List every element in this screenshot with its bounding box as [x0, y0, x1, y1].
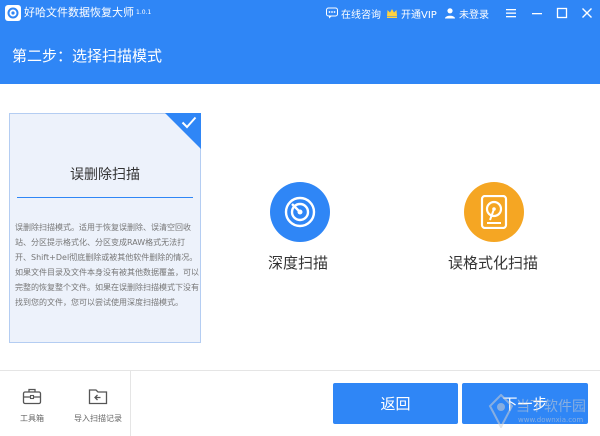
online-consult-link[interactable]: 在线咨询	[326, 5, 381, 21]
menu-icon[interactable]	[502, 4, 520, 22]
app-logo-icon	[5, 5, 21, 21]
hard-drive-icon	[480, 195, 508, 229]
import-record-button[interactable]: 导入扫描记录	[68, 388, 128, 424]
card-divider	[17, 197, 193, 198]
step-header: 第二步：选择扫描模式	[0, 26, 600, 84]
watermark-text: 当下软件园	[516, 399, 586, 415]
deep-scan-icon	[270, 182, 330, 242]
mode-title-deleted: 误删除扫描	[70, 167, 140, 183]
vip-link[interactable]: 开通VIP	[386, 5, 437, 21]
toolbox-button[interactable]: 工具箱	[2, 388, 62, 424]
mode-description-deleted: 误删除扫描模式。适用于恢复误删除、误清空回收站、分区提示格式化、分区变成RAW格…	[15, 223, 199, 307]
app-name: 好哈文件数据恢复大师	[24, 6, 134, 19]
close-icon[interactable]	[578, 4, 596, 22]
chat-icon	[326, 7, 338, 19]
format-scan-icon	[464, 182, 524, 242]
checkmark-icon	[181, 116, 197, 129]
mode-option-format-scan[interactable]: 误格式化扫描	[446, 182, 546, 274]
login-label: 未登录	[459, 9, 489, 21]
back-button[interactable]: 返回	[333, 383, 458, 424]
online-consult-label: 在线咨询	[341, 9, 381, 21]
mode-title-deep: 深度扫描	[268, 254, 329, 272]
folder-import-icon	[88, 389, 108, 405]
page-title: 第二步：选择扫描模式	[12, 47, 163, 65]
vip-label: 开通VIP	[401, 9, 437, 21]
toolbox-label: 工具箱	[20, 414, 44, 423]
mode-card-deleted-scan[interactable]: 误删除扫描 误删除扫描模式。适用于恢复误删除、误清空回收站、分区提示格式化、分区…	[9, 113, 201, 343]
watermark-logo-icon	[488, 394, 514, 428]
watermark: 当下软件园 www.downxia.com	[488, 390, 598, 434]
login-link[interactable]: 未登录	[444, 5, 489, 21]
toolbox-icon	[22, 388, 42, 405]
title-bar: 好哈文件数据恢复大师 1.0.1 在线咨询 开通VIP 未登录	[0, 0, 600, 26]
mode-option-deep-scan[interactable]: 深度扫描	[262, 182, 342, 274]
mode-title-format: 误格式化扫描	[448, 254, 539, 272]
footer-divider	[0, 370, 600, 371]
crown-icon	[387, 9, 397, 18]
maximize-icon[interactable]	[553, 4, 571, 22]
footer-vertical-divider	[130, 370, 131, 436]
radar-icon	[284, 196, 316, 228]
minimize-icon[interactable]	[528, 4, 546, 22]
app-version: 1.0.1	[136, 9, 152, 16]
import-record-label: 导入扫描记录	[74, 414, 122, 423]
app-title: 好哈文件数据恢复大师 1.0.1	[24, 6, 151, 20]
user-icon	[445, 8, 455, 19]
watermark-url: www.downxia.com	[518, 416, 584, 424]
